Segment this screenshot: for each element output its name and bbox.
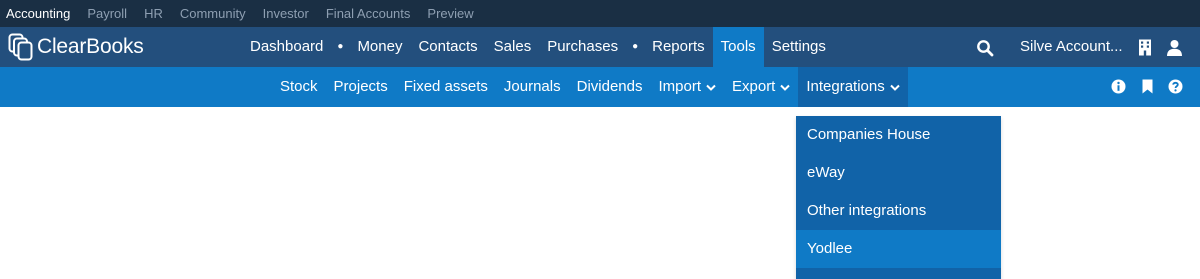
menu-item-eway[interactable]: eWay [796, 154, 1001, 192]
subnav-dividends[interactable]: Dividends [569, 67, 651, 107]
product-switcher-bar: Accounting Payroll HR Community Investor… [0, 0, 1200, 27]
subnav-import[interactable]: Import [650, 67, 724, 107]
integrations-dropdown-menu: Companies House eWay Other integrations … [796, 116, 1001, 279]
product-tab-final-accounts[interactable]: Final Accounts [326, 0, 411, 27]
account-switcher[interactable]: Silve Account... [1020, 27, 1123, 67]
tools-sub-navigation: Stock Projects Fixed assets Journals Div… [0, 67, 1200, 107]
nav-reports[interactable]: Reports [644, 27, 713, 67]
product-tab-payroll[interactable]: Payroll [87, 0, 127, 27]
nav-money[interactable]: Money [349, 27, 410, 67]
product-tab-community[interactable]: Community [180, 0, 246, 27]
menu-item-companies-house[interactable]: Companies House [796, 116, 1001, 154]
product-tab-preview[interactable]: Preview [427, 0, 473, 27]
logo-mark-icon [8, 33, 33, 61]
search-icon[interactable] [976, 39, 994, 57]
nav-contacts[interactable]: Contacts [410, 27, 485, 67]
user-icon[interactable] [1166, 39, 1183, 56]
product-tab-hr[interactable]: HR [144, 0, 163, 27]
menu-item-other-integrations[interactable]: Other integrations [796, 192, 1001, 230]
main-nav: Dashboard ● Money Contacts Sales Purchas… [242, 27, 834, 67]
info-icon[interactable] [1111, 79, 1126, 94]
bookmark-icon[interactable] [1142, 79, 1153, 94]
sub-nav: Stock Projects Fixed assets Journals Div… [272, 67, 908, 107]
subnav-export[interactable]: Export [724, 67, 798, 107]
menu-overflow-area [796, 268, 1001, 279]
nav-separator: ● [632, 41, 639, 52]
nav-separator: ● [337, 41, 344, 52]
help-icon[interactable] [1168, 79, 1183, 94]
clearbooks-logo[interactable]: ClearBooks [8, 33, 144, 61]
nav-purchases[interactable]: Purchases [539, 27, 626, 67]
brand-name: ClearBooks [37, 35, 144, 58]
subnav-integrations[interactable]: Integrations [798, 67, 908, 107]
nav-dashboard[interactable]: Dashboard [242, 27, 331, 67]
product-tab-accounting[interactable]: Accounting [6, 0, 70, 27]
main-navigation-bar: ClearBooks Dashboard ● Money Contacts Sa… [0, 27, 1200, 67]
subnav-import-label: Import [658, 78, 701, 95]
subnav-fixed-assets[interactable]: Fixed assets [396, 67, 496, 107]
building-icon[interactable] [1137, 39, 1153, 56]
product-tab-investor[interactable]: Investor [263, 0, 309, 27]
subnav-export-label: Export [732, 78, 776, 95]
subnav-projects[interactable]: Projects [326, 67, 396, 107]
subnav-integrations-label: Integrations [806, 78, 885, 95]
menu-item-yodlee[interactable]: Yodlee [796, 230, 1001, 268]
chevron-down-icon [890, 84, 900, 91]
subnav-journals[interactable]: Journals [496, 67, 569, 107]
nav-settings[interactable]: Settings [764, 27, 834, 67]
nav-tools[interactable]: Tools [712, 27, 764, 67]
chevron-down-icon [780, 84, 791, 91]
subnav-stock[interactable]: Stock [272, 67, 326, 107]
nav-sales[interactable]: Sales [486, 27, 540, 67]
chevron-down-icon [706, 84, 716, 91]
